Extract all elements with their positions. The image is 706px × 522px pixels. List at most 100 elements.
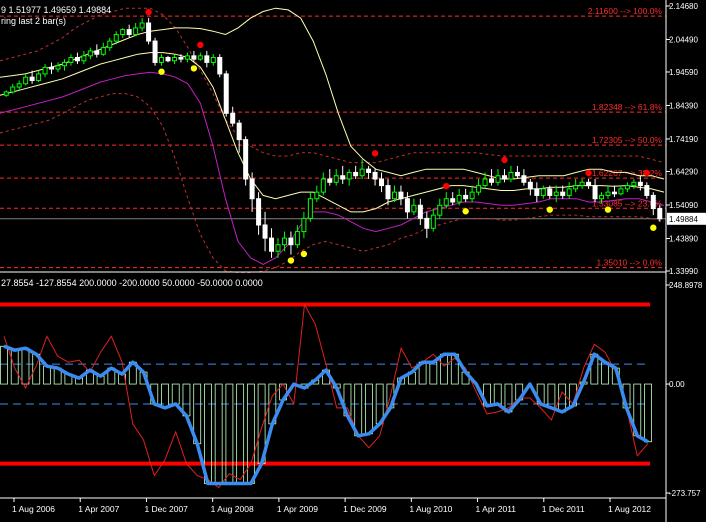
osc-tick-label: 0.00 (669, 380, 685, 389)
candle-body (288, 237, 294, 246)
time-tick-label: 1 Dec 2011 (542, 504, 585, 514)
candle-body (197, 55, 203, 60)
candle-body (385, 185, 391, 200)
time-tick-label: 1 Apr 2007 (78, 504, 119, 514)
candle-body (346, 171, 352, 180)
candle-body (29, 76, 35, 81)
candle-body (333, 175, 339, 183)
osc-tick-label: -273.757 (669, 489, 701, 498)
candle-body (495, 175, 501, 183)
fractal-down-marker (300, 250, 308, 258)
candle-body (482, 178, 488, 187)
fractal-down-marker (462, 208, 469, 215)
candle-body (10, 86, 16, 93)
candle-body (230, 112, 236, 124)
candle-body (379, 178, 385, 187)
price-tick-label: 2.14680 (669, 2, 698, 11)
osc-tick-label: 248.8978 (669, 281, 703, 290)
fractal-down-marker (158, 68, 165, 75)
candle-body (637, 181, 643, 187)
candle-body (404, 198, 410, 213)
candle-body (553, 191, 559, 196)
fractal-up-marker (145, 8, 152, 16)
candle-body (579, 181, 585, 187)
candle-body (424, 217, 430, 229)
candle-body (508, 171, 514, 180)
fractal-up-marker (643, 169, 651, 177)
oscillator-levels-label: 27.8554 -127.8554 200.0000 -200.0000 50.… (1, 278, 263, 288)
candle-body (236, 122, 242, 141)
candle-body (359, 168, 365, 177)
fractal-down-marker (546, 206, 553, 213)
price-tick-label: 1.64290 (669, 167, 698, 176)
candle-body (23, 76, 29, 85)
candle-body (294, 231, 300, 246)
price-readout: 9 1.51977 1.49659 1.49884 (1, 5, 112, 15)
time-tick-label: 1 Apr 2011 (476, 504, 517, 514)
chart-canvas: 2.14680 2.04490 1.94590 1.84390 1.74190 1.642… (0, 0, 706, 522)
candle-body (42, 66, 48, 75)
candle-body (165, 56, 171, 62)
candle-body (391, 191, 397, 200)
price-tick-label: 1.74190 (669, 135, 698, 144)
candle-body (191, 55, 197, 60)
time-tick-label: 1 Apr 2009 (277, 504, 318, 514)
candle-body (586, 181, 592, 187)
fib-level-label: 1.35010 --> 0.0% (597, 258, 663, 268)
candle-body (340, 175, 346, 180)
candle-body (49, 66, 55, 70)
candle-body (547, 188, 553, 196)
candle-body (534, 188, 540, 196)
candle-body (398, 191, 404, 200)
fractal-up-marker (585, 169, 592, 177)
candle-body (184, 55, 190, 60)
candle-body (55, 65, 61, 70)
price-tick-label: 1.94590 (669, 68, 698, 77)
candle-body (573, 185, 579, 190)
current-price-label: 1.49884 (669, 215, 698, 224)
candle-body (113, 34, 119, 42)
candle-body (540, 188, 546, 196)
candle-body (68, 56, 74, 63)
time-tick-label: 1 Aug 2008 (211, 504, 254, 514)
candle-body (249, 178, 255, 200)
candle-body (223, 73, 229, 114)
time-tick-label: 1 Dec 2009 (343, 504, 387, 514)
candle-body (320, 178, 326, 193)
candle-body (560, 191, 566, 196)
candle-body (3, 91, 9, 96)
candle-body (631, 181, 637, 187)
candle-body (204, 55, 210, 63)
candle-body (476, 185, 482, 193)
candle-body (301, 217, 307, 233)
candle-body (566, 188, 572, 196)
time-tick-label: 1 Dec 2007 (144, 504, 188, 514)
candle-body (527, 181, 533, 190)
candle (152, 37, 158, 66)
fractal-down-marker (190, 65, 198, 72)
candle-body (411, 204, 417, 213)
fractal-up-marker (501, 156, 508, 164)
fractal-down-marker (287, 257, 295, 264)
candle-body (314, 191, 320, 200)
candle-body (133, 27, 139, 36)
price-tick-label: 1.43890 (669, 234, 698, 243)
fib-level-label: 1.72305 --> 50.0% (592, 135, 663, 145)
fractal-down-marker (650, 224, 657, 231)
time-tick-label: 1 Aug 2006 (12, 504, 55, 514)
candle-body (514, 171, 520, 177)
price-tick-label: 1.33990 (669, 267, 698, 276)
candle-body (611, 191, 617, 195)
candle-body (599, 194, 605, 200)
candle-body (178, 56, 184, 60)
candle (217, 54, 223, 78)
candle-body (592, 185, 598, 200)
price-tick-label: 1.84390 (669, 101, 698, 110)
candle-body (256, 198, 262, 226)
candle (243, 136, 249, 186)
fractal-up-marker (371, 150, 379, 157)
candle-body (281, 237, 287, 246)
candle-body (275, 244, 281, 252)
candle-body (372, 171, 378, 180)
candle-body (463, 194, 469, 200)
